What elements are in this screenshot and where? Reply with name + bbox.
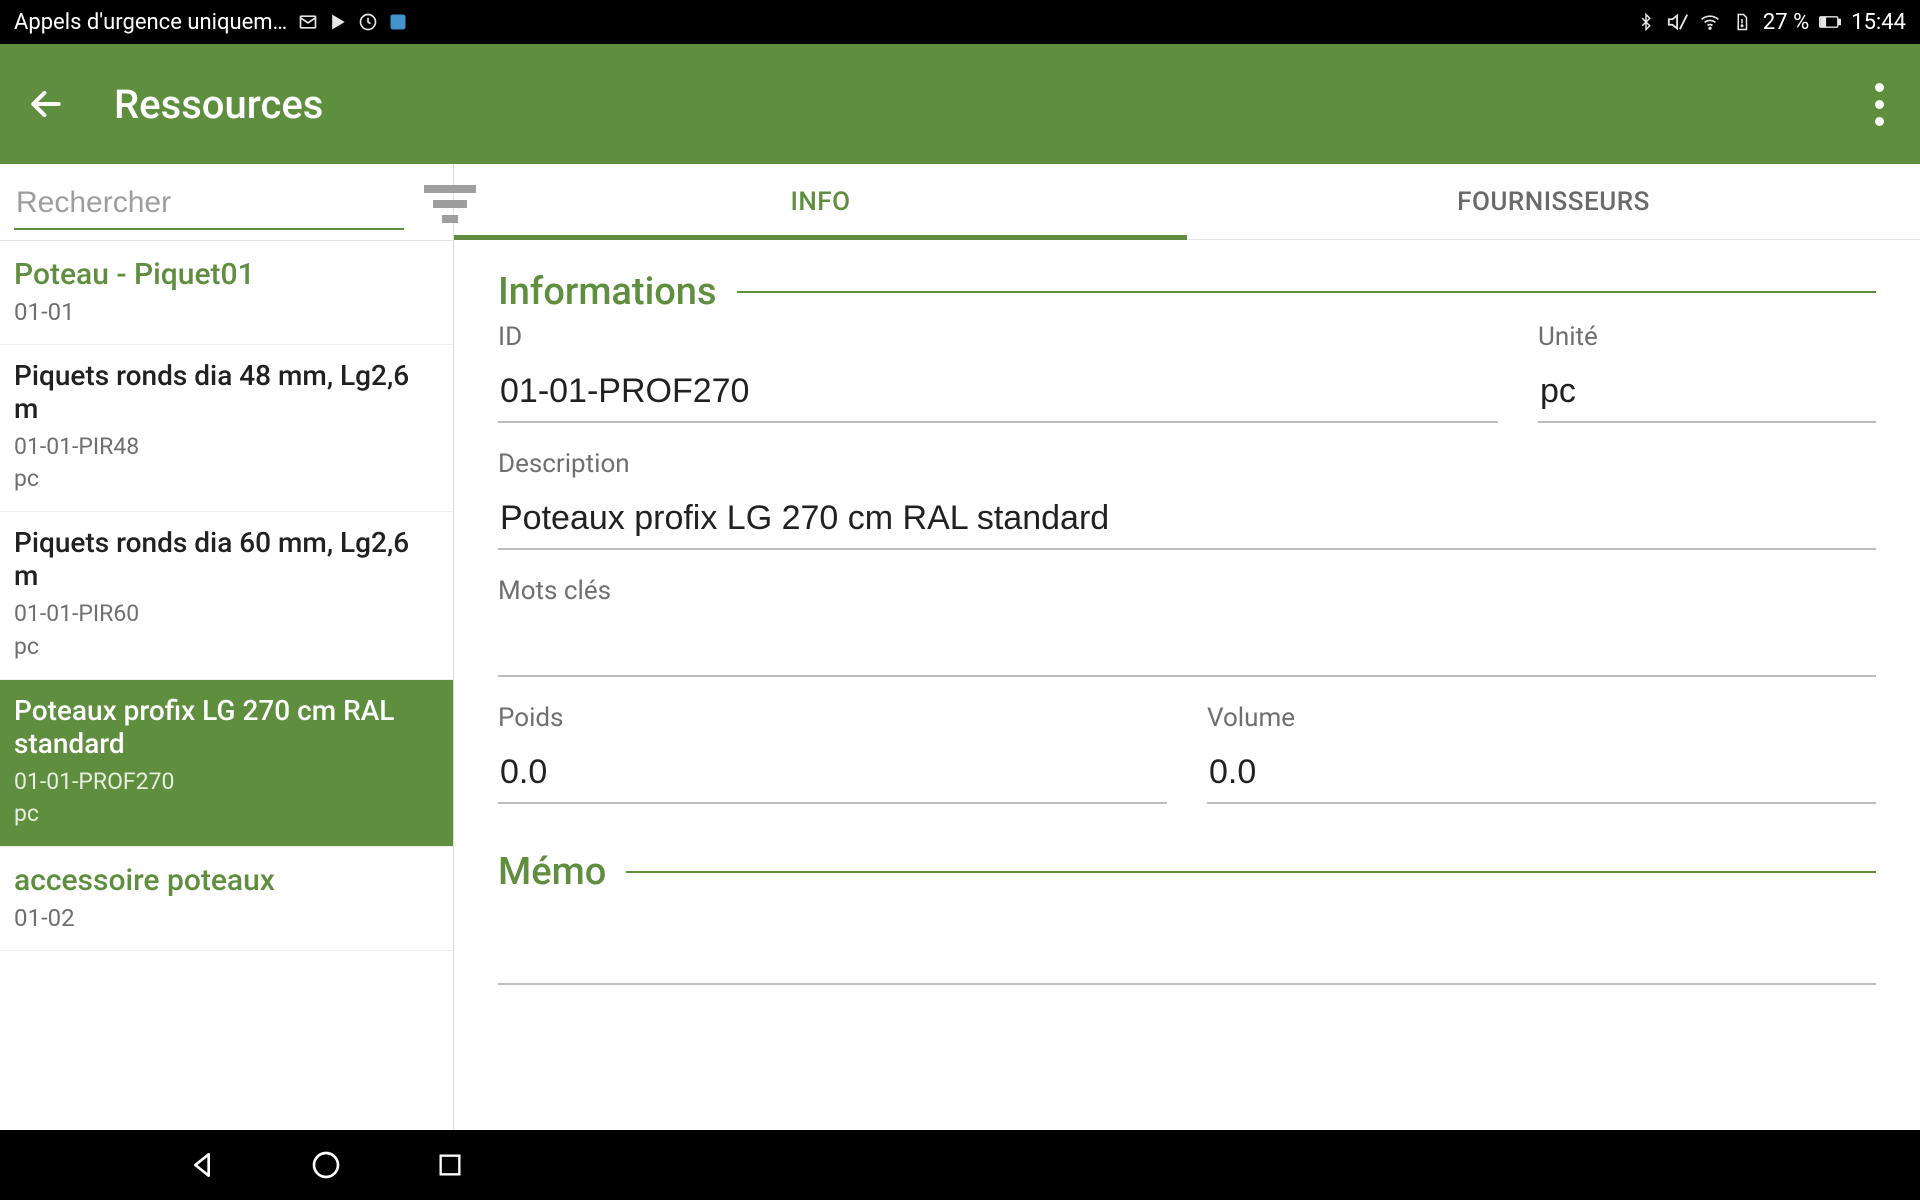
sync-icon [357,11,379,33]
section-informations-title: Informations [498,270,717,314]
mute-icon [1667,11,1689,33]
battery-icon [1819,11,1841,33]
list-category-title: Poteau - Piquet01 [14,257,439,292]
list-item-code: 01-01-PIR48 [14,431,439,463]
poids-field[interactable] [498,747,1167,804]
list-item[interactable]: Piquets ronds dia 48 mm, Lg2,6 m 01-01-PI… [0,345,453,512]
list-item-title: Piquets ronds dia 60 mm, Lg2,6 m [14,526,439,592]
id-label: ID [498,322,1498,352]
list-item-title: Poteaux profix LG 270 cm RAL standard [14,694,439,760]
volume-field[interactable] [1207,747,1876,804]
list-category[interactable]: accessoire poteaux 01-02 [0,847,453,951]
detail-scroll[interactable]: Informations ID Unité Description [454,240,1920,1130]
android-nav-bar [0,1130,1920,1200]
unite-label: Unité [1538,322,1876,352]
bluetooth-icon [1635,11,1657,33]
android-status-bar: Appels d'urgence uniquem… [0,0,1920,44]
sim-alert-icon [1731,11,1753,33]
section-memo-title: Mémo [498,850,606,894]
wifi-icon [1699,11,1721,33]
section-memo-header: Mémo [498,850,1876,894]
list-item-unit: pc [14,798,439,830]
tab-info[interactable]: INFO [454,164,1187,239]
resource-list[interactable]: Poteau - Piquet01 01-01 Piquets ronds dia … [0,241,453,1130]
list-item[interactable]: Poteaux profix LG 270 cm RAL standard 01-… [0,680,453,847]
tabs: INFO FOURNISSEURS [454,164,1920,240]
status-carrier-text: Appels d'urgence uniquem… [14,10,287,35]
app-icon [387,11,409,33]
id-field[interactable] [498,366,1498,423]
list-item-code: 01-01-PROF270 [14,766,439,798]
play-store-icon [327,11,349,33]
list-category-code: 01-01 [14,298,439,326]
section-divider [626,871,1876,873]
mail-icon [297,11,319,33]
status-time: 15:44 [1851,10,1906,35]
poids-label: Poids [498,703,1167,733]
page-title: Ressources [114,81,323,128]
motscles-label: Mots clés [498,576,1876,606]
list-item-code: 01-01-PIR60 [14,598,439,630]
section-divider [737,291,1876,293]
status-left-icons [297,11,409,33]
description-label: Description [498,449,1876,479]
back-arrow-icon[interactable] [26,84,66,124]
description-field[interactable] [498,493,1876,550]
list-category-code: 01-02 [14,904,439,932]
list-category-title: accessoire poteaux [14,863,439,898]
list-item[interactable]: Piquets ronds dia 60 mm, Lg2,6 m 01-01-PI… [0,512,453,679]
search-row [0,164,453,241]
detail-panel: INFO FOURNISSEURS Informations ID Unité [454,164,1920,1130]
memo-field[interactable] [498,928,1876,985]
nav-home-icon[interactable] [304,1143,348,1187]
list-item-unit: pc [14,463,439,495]
overflow-menu-icon[interactable] [1865,73,1894,136]
motscles-field[interactable] [498,620,1876,677]
volume-label: Volume [1207,703,1876,733]
list-item-title: Piquets ronds dia 48 mm, Lg2,6 m [14,359,439,425]
nav-recent-icon[interactable] [428,1143,472,1187]
nav-back-icon[interactable] [180,1143,224,1187]
search-input[interactable] [14,178,404,230]
list-category[interactable]: Poteau - Piquet01 01-01 [0,241,453,345]
left-panel: Poteau - Piquet01 01-01 Piquets ronds dia … [0,164,454,1130]
main-content: Poteau - Piquet01 01-01 Piquets ronds dia … [0,164,1920,1130]
tab-fournisseurs[interactable]: FOURNISSEURS [1187,164,1920,239]
section-informations-header: Informations [498,270,1876,314]
status-right: 27 % 15:44 [1635,10,1906,35]
status-left: Appels d'urgence uniquem… [14,10,409,35]
list-item-unit: pc [14,631,439,663]
unite-field[interactable] [1538,366,1876,423]
app-bar: Ressources [0,44,1920,164]
battery-percent: 27 % [1763,10,1809,35]
